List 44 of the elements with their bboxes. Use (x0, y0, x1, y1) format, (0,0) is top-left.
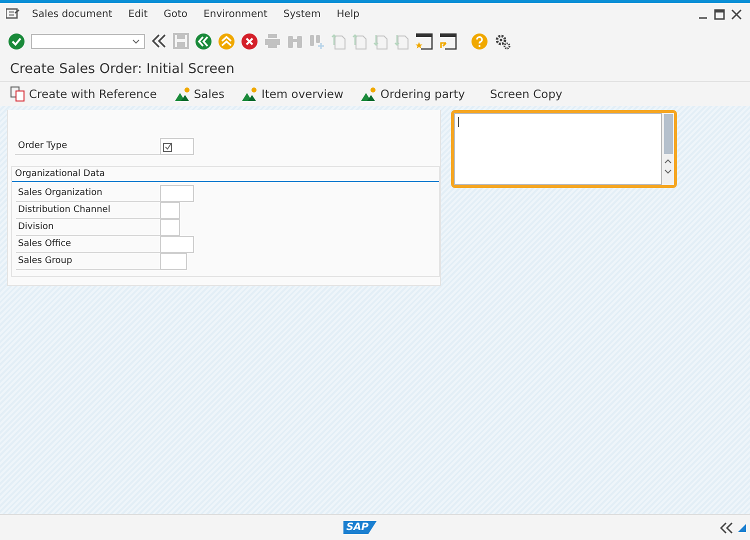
toolbar-button[interactable]: Sales (174, 87, 224, 101)
toolbar-button[interactable]: Item overview (242, 87, 344, 101)
menu-item[interactable]: Sales document (32, 8, 112, 20)
value-help-icon[interactable] (163, 142, 173, 152)
menu-item[interactable]: Help (336, 8, 360, 20)
close-icon[interactable] (731, 8, 742, 20)
mountain-icon (361, 87, 378, 101)
copy-document-icon (10, 86, 26, 102)
menu-item[interactable]: System (283, 8, 321, 20)
input-field[interactable] (160, 202, 180, 219)
mountain-icon (174, 87, 191, 101)
scroll-down-icon[interactable] (664, 169, 672, 174)
input-field[interactable] (160, 219, 180, 236)
input-field[interactable] (160, 185, 194, 202)
menu-item[interactable]: Edit (128, 8, 148, 20)
menu-item[interactable]: Environment (204, 8, 268, 20)
mountain-icon (242, 87, 258, 101)
exit-icon[interactable] (218, 32, 235, 50)
toolbar-button[interactable]: Create with Reference (10, 86, 157, 102)
settings-icon[interactable] (494, 32, 511, 50)
double-chevron-icon[interactable] (720, 522, 734, 534)
group-title: Organizational Data (12, 167, 439, 182)
input-field[interactable] (160, 253, 187, 270)
order-type-field[interactable] (160, 138, 194, 155)
cancel-icon[interactable] (241, 32, 258, 50)
checkmark-icon[interactable] (8, 32, 25, 50)
scrollbar[interactable] (662, 113, 674, 185)
resize-grip-icon[interactable] (738, 524, 746, 532)
window-star-icon[interactable] (415, 32, 433, 50)
input-field[interactable] (160, 236, 194, 253)
scroll-up-icon[interactable] (664, 159, 672, 164)
screen-title: Create Sales Order: Initial Screen (10, 61, 234, 77)
command-field[interactable] (31, 34, 145, 48)
maximize-icon[interactable] (714, 8, 725, 20)
toolbar-button[interactable]: Screen Copy (482, 87, 562, 101)
sap-logo: SAP (343, 521, 377, 534)
menu-item[interactable]: Goto (164, 8, 188, 20)
double-chevron-icon[interactable] (151, 33, 167, 49)
window-arrow-icon[interactable] (439, 32, 457, 50)
menu-icon[interactable] (6, 8, 20, 20)
field-label: Order Type (15, 138, 160, 155)
back-icon[interactable] (195, 32, 212, 50)
toolbar-button[interactable]: Ordering party (361, 87, 465, 101)
help-icon[interactable] (471, 32, 488, 50)
